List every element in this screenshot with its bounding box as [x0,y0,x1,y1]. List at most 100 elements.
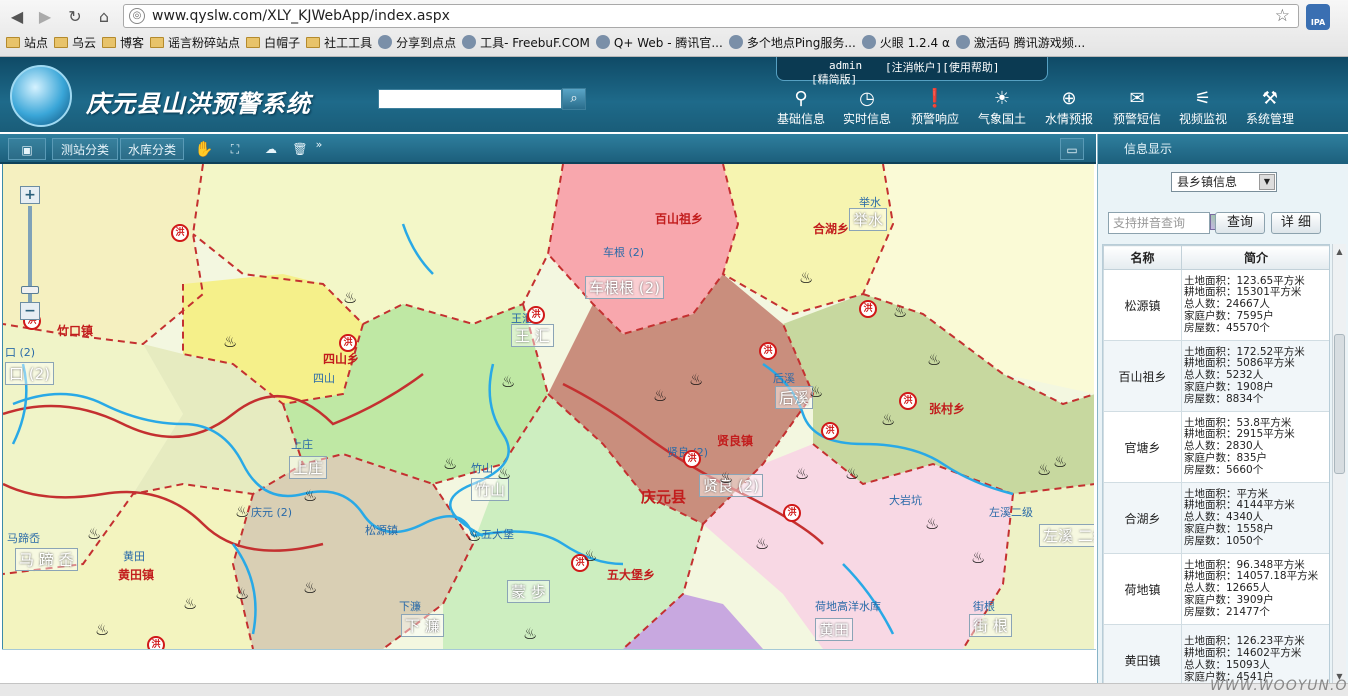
town-label[interactable]: 庆元县 [641,486,686,507]
station-name-box[interactable]: 下 濂 [401,614,444,637]
dam-icon[interactable]: ♨ [87,524,101,543]
dam-icon[interactable]: ♨ [653,386,667,405]
station-label[interactable]: 马蹄岙 [7,530,40,546]
flood-warning-icon[interactable]: 洪 [759,342,777,360]
station-name-box[interactable]: 举水 [849,208,888,231]
flood-warning-icon[interactable]: 洪 [171,224,189,242]
zoom-slider-handle[interactable] [21,286,39,294]
logout-link[interactable]: [注消帐户] [885,61,942,74]
bookmark-item[interactable]: 乌云 [54,33,96,53]
menu-item[interactable]: ⚟ 视频监视 [1170,87,1236,127]
dam-icon[interactable]: ♨ [523,624,537,643]
station-label[interactable]: 街根 [973,598,995,614]
station-name-box[interactable]: 车根根 (2) [585,276,665,299]
town-label[interactable]: 张村乡 [929,400,965,417]
menu-item[interactable]: ☀ 气象国土 [969,87,1035,127]
search-icon[interactable]: ⌕ [562,88,586,110]
station-name-box[interactable]: 左溪 二级 [1039,524,1094,547]
station-name-box[interactable]: 马 蹄 岙 [15,548,78,571]
reload-icon[interactable]: ↻ [64,6,86,28]
dam-icon[interactable]: ♨ [689,370,703,389]
scroll-thumb[interactable] [1334,334,1345,474]
bookmark-item[interactable]: 激活码 腾讯游戏频... [955,33,1085,53]
dam-icon[interactable]: ♨ [1037,460,1051,479]
bookmark-item[interactable]: 分享到点点 [378,33,456,53]
detail-button[interactable]: 详 细 [1271,212,1321,234]
dam-icon[interactable]: ♨ [303,486,317,505]
flood-warning-icon[interactable]: 洪 [339,334,357,352]
dam-icon[interactable]: ♨ [467,526,481,545]
dam-icon[interactable]: ♨ [925,514,939,533]
town-label[interactable]: 百山祖乡 [655,210,703,227]
bookmark-item[interactable]: 站点 [6,33,48,53]
dam-icon[interactable]: ♨ [845,464,859,483]
info-type-select[interactable]: 县乡镇信息 ▼ [1171,172,1277,192]
header-search-input[interactable] [378,89,562,109]
dam-icon[interactable]: ♨ [223,332,237,351]
help-link[interactable]: [使用帮助] [942,61,999,74]
station-name-box[interactable]: 蒙 歩 [507,580,550,603]
dam-icon[interactable]: ♨ [799,268,813,287]
town-label[interactable]: 贤良镇 [717,432,753,449]
dam-icon[interactable]: ♨ [583,546,597,565]
address-bar[interactable]: ◎ www.qyslw.com/XLY_KJWebApp/index.aspx … [123,4,1299,28]
station-label[interactable]: 下濂 [399,598,421,614]
town-label[interactable]: 四山乡 [323,350,359,367]
pinyin-search-input[interactable]: 支持拼音查询 [1108,212,1210,234]
query-button[interactable]: 查询 [1215,212,1265,234]
station-label[interactable]: 上庄 [291,436,313,452]
table-row[interactable]: 百山祖乡 土地面积：172.52平方米 耕地面积：5086平方米 总人数：5232人家… [1103,340,1329,412]
dam-icon[interactable]: ♨ [971,548,985,567]
bookmark-item[interactable]: 白帽子 [246,33,300,53]
station-name-box[interactable]: 口 (2) [5,362,55,385]
table-row[interactable]: 黄田镇 土地面积：126.23平方米 耕地面积：14602平方米 总人数：15093人… [1103,624,1329,683]
table-row[interactable]: 官塘乡 土地面积：53.8平方米 耕地面积：2915平方米 总人数：2830人 家庭户数… [1103,411,1329,483]
scroll-up-icon[interactable]: ▲ [1334,246,1345,257]
flood-warning-icon[interactable]: 洪 [899,392,917,410]
dam-icon[interactable]: ♨ [755,534,769,553]
menu-item[interactable]: ◷ 实时信息 [834,87,900,127]
dam-icon[interactable]: ♨ [497,464,511,483]
dam-icon[interactable]: ♨ [881,410,895,429]
dam-icon[interactable]: ♨ [927,350,941,369]
menu-item[interactable]: ⚒ 系统管理 [1237,87,1303,127]
dam-icon[interactable]: ♨ [443,454,457,473]
dam-icon[interactable]: ♨ [893,302,907,321]
dam-icon[interactable]: ♨ [235,502,249,521]
dam-icon[interactable]: ♨ [1053,452,1067,471]
bookmark-item[interactable]: Q+ Web - 腾讯官... [595,33,723,53]
cloud-icon[interactable]: ☁ [260,138,282,160]
table-row[interactable]: 荷地镇 土地面积：96.348平方米 耕地面积：14057.18平方米 总人数：126… [1103,553,1329,625]
bookmark-item[interactable]: 谣言粉碎站点 [150,33,240,53]
town-label[interactable]: 合湖乡 [813,220,849,237]
town-label[interactable]: 竹口镇 [57,322,93,339]
flood-warning-icon[interactable]: 洪 [859,300,877,318]
dam-icon[interactable]: ♨ [343,288,357,307]
station-name-box[interactable]: 后溪 [775,386,814,409]
fullextent-icon[interactable]: ▣ [8,138,46,160]
edition-link[interactable]: [精简版] [811,71,857,87]
ipa-extension-icon[interactable]: IPA [1306,4,1330,30]
station-name-box[interactable]: 黄田 [815,618,854,641]
station-class-button[interactable]: 测站分类 [52,138,118,160]
dam-icon[interactable]: ♨ [303,578,317,597]
pan-hand-icon[interactable]: ✋ [192,138,216,160]
station-label[interactable]: 口 (2) [5,344,35,360]
station-label[interactable]: 后溪 [773,370,795,386]
bookmark-item[interactable]: 博客 [102,33,144,53]
dam-icon[interactable]: ♨ [719,468,733,487]
bookmark-item[interactable]: 多个地点Ping服务... [728,33,856,53]
url-text[interactable]: www.qyslw.com/XLY_KJWebApp/index.aspx [152,8,450,24]
station-label[interactable]: 黄田 [123,548,145,564]
station-label[interactable]: 荷地高洋水库 [815,598,881,614]
station-label[interactable]: 竹山 [471,460,493,476]
bookmark-star-icon[interactable]: ☆ [1275,6,1290,26]
town-label[interactable]: 五大堡乡 [607,566,655,583]
station-label[interactable]: 大岩坑 [889,492,922,508]
bookmark-item[interactable]: 工具- FreebuF.COM [462,33,590,53]
map-canvas[interactable]: 百山祖乡 合湖乡 四山乡 竹口镇 贤良镇 庆元县 张村乡 五大堡乡 黄田镇 车根 (2) 王汇口 … [2,164,1094,649]
menu-item[interactable]: ✉ 预警短信 [1104,87,1170,127]
zoom-in-icon[interactable]: + [20,186,40,204]
menu-item[interactable]: ⊕ 水情预报 [1036,87,1102,127]
dam-icon[interactable]: ♨ [501,372,515,391]
